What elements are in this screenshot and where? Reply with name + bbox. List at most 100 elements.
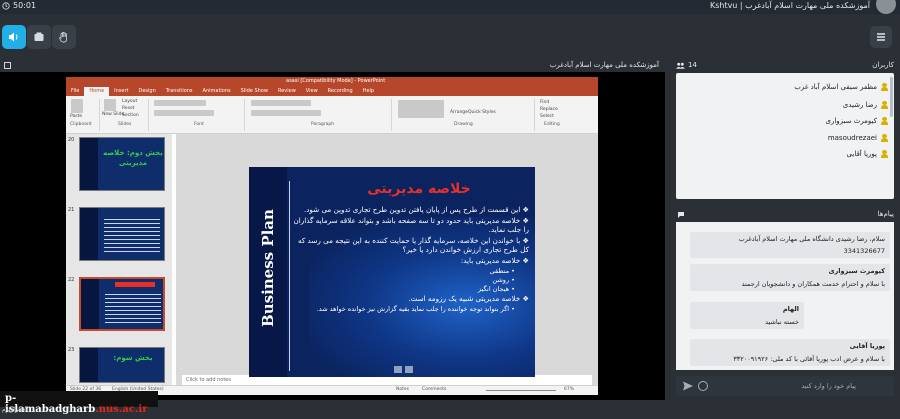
paste-icon[interactable] <box>71 99 83 113</box>
chat-panel: پیام‌ها سلام، رضا رشیدی دانشگاه ملی مهار… <box>672 208 900 400</box>
ppt-ribbon-tabs: File Home Insert Design Transitions Anim… <box>66 87 598 96</box>
replace-button[interactable]: Replace <box>540 107 558 112</box>
reset-button[interactable]: Reset <box>122 106 135 111</box>
slide-divider-line <box>289 181 290 371</box>
alignment-icons[interactable] <box>251 110 321 116</box>
thumb-number: 23 <box>68 347 75 353</box>
slide-nav-arrows[interactable] <box>394 366 413 373</box>
presentation-title: آموزشکده ملی مهارت اسلام آبادغرب <box>549 61 659 69</box>
slide-thumbnails-pane: 20 بخش دوم: خلاصه مدیریتی 21 22 23 بخش س… <box>66 134 172 385</box>
user-icon <box>881 83 888 91</box>
raise-hand-button[interactable] <box>52 25 76 49</box>
users-title: کاربران <box>872 61 894 69</box>
tab-home[interactable]: Home <box>84 87 110 96</box>
arrange-button[interactable]: Arrange <box>450 110 468 115</box>
group-paragraph: Paragraph <box>311 122 335 127</box>
ppt-file-title: asasi [Compatibility Mode] - PowerPoint <box>286 78 386 84</box>
hamburger-icon <box>877 33 885 41</box>
chat-message: کیومرث سبزواری با سلام و احترام خدمت همک… <box>690 264 890 291</box>
users-scrollbar[interactable] <box>890 77 893 117</box>
presentation-icon <box>4 62 11 69</box>
user-icon <box>881 101 888 109</box>
group-slides: Slides <box>118 122 132 127</box>
quick-styles-button[interactable]: Quick Styles <box>468 110 496 115</box>
section-button[interactable]: Section <box>122 113 139 118</box>
menu-button[interactable] <box>870 26 892 48</box>
new-slide-icon[interactable] <box>104 99 116 111</box>
chat-sender: پوریا آقایی <box>849 342 885 350</box>
slide-thumbnail[interactable]: بخش سوم: <box>79 347 165 383</box>
list-item[interactable]: masoudrezaei <box>828 134 888 142</box>
font-name-box[interactable] <box>154 100 206 106</box>
shapes-gallery[interactable] <box>398 100 444 118</box>
bullet-item: ❖ خلاصه مدیریتی باید: <box>460 256 529 265</box>
font-format-icons[interactable] <box>154 110 214 116</box>
session-timer: 50:01 <box>2 1 36 10</box>
thumb-text-lines <box>105 291 161 325</box>
meeting-toolbar <box>0 14 900 60</box>
share-icon <box>34 32 44 41</box>
audio-button[interactable] <box>2 25 26 49</box>
ribbon-divider <box>534 99 535 131</box>
group-drawing: Drawing <box>454 122 473 127</box>
list-item[interactable]: رضا رشیدی <box>843 101 888 109</box>
site-watermark: p-islamabadgharb.nus.ac.ir <box>0 391 158 415</box>
paragraph-icons[interactable] <box>251 100 311 106</box>
slide-thumbnail-selected[interactable] <box>79 277 165 331</box>
tab-slide-show[interactable]: Slide Show <box>236 87 273 96</box>
sub-bullet-item: • منطقی <box>489 267 515 275</box>
tab-review[interactable]: Review <box>273 87 301 96</box>
avatar[interactable] <box>876 0 896 14</box>
share-screen-button[interactable] <box>27 25 51 49</box>
thumb-band <box>80 208 98 260</box>
chat-input[interactable]: پیام خود را وارد کنید <box>676 376 894 396</box>
ppt-ribbon: Paste Clipboard New Slide Layout Reset S… <box>66 96 598 134</box>
chat-sender: الهام <box>782 305 799 313</box>
chat-title: پیام‌ها <box>877 210 894 218</box>
chat-message: سلام، رضا رشیدی دانشگاه ملی مهارت اسلام … <box>690 232 890 258</box>
chat-message: الهام خسته نباشید <box>690 302 804 329</box>
tab-insert[interactable]: Insert <box>109 87 133 96</box>
notes-toggle[interactable]: Notes <box>396 387 409 392</box>
list-item[interactable]: مظفر سیفی اسلام آباد غرب <box>794 83 888 91</box>
slide-vertical-title: Business Plan <box>259 209 277 327</box>
top-bar: 50:01 Kshtvu | آموزشکده ملی مهارت اسلام … <box>0 0 900 14</box>
tab-animations[interactable]: Animations <box>198 87 236 96</box>
prev-slide-icon[interactable] <box>394 366 402 373</box>
send-icon[interactable] <box>682 380 694 392</box>
tab-file[interactable]: File <box>66 87 84 96</box>
bullet-item: ❖ خلاصه مدیریتی باید حدود دو تا سه صفحه … <box>293 216 530 234</box>
slide-thumbnail[interactable]: بخش دوم: خلاصه مدیریتی <box>79 137 165 191</box>
slide-thumbnail[interactable] <box>79 207 165 261</box>
thumb-title: بخش دوم: خلاصه مدیریتی <box>103 149 163 167</box>
emoji-icon[interactable] <box>698 381 708 391</box>
chat-header: پیام‌ها <box>672 208 900 221</box>
chat-icon <box>677 211 685 221</box>
next-slide-icon[interactable] <box>405 366 413 373</box>
tab-design[interactable]: Design <box>133 87 160 96</box>
timer-text: 50:01 <box>13 1 37 10</box>
select-button[interactable]: Select <box>540 114 554 119</box>
chat-sender: کیومرث سبزواری <box>828 267 885 275</box>
comments-toggle[interactable]: Comments <box>422 387 446 392</box>
layout-button[interactable]: Layout <box>122 99 137 104</box>
tab-help[interactable]: Help <box>358 87 379 96</box>
list-item[interactable]: کیومرث سبزواری <box>825 117 888 125</box>
tab-view[interactable]: View <box>301 87 323 96</box>
list-item[interactable]: پوریا آقایی <box>847 150 888 158</box>
paste-label: Paste <box>70 114 83 119</box>
find-button[interactable]: Find <box>540 100 549 105</box>
bullet-item: ❖ با خواندن این خلاصه، سرمایه گذار یا حم… <box>297 236 529 254</box>
ppt-titlebar: asasi [Compatibility Mode] - PowerPoint <box>66 77 598 87</box>
chat-messages: سلام، رضا رشیدی دانشگاه ملی مهارت اسلام … <box>676 222 894 370</box>
thumb-text-lines <box>104 216 160 254</box>
presentation-panel: آموزشکده ملی مهارت اسلام آبادغرب asasi [… <box>0 60 665 400</box>
presentation-header: آموزشکده ملی مهارت اسلام آبادغرب <box>0 60 665 72</box>
thumb-band <box>81 279 99 329</box>
user-icon <box>881 117 888 125</box>
bullet-item: ❖ خلاصه مدیریتی شبیه یک رزومه است. <box>408 294 529 303</box>
tab-transitions[interactable]: Transitions <box>161 87 198 96</box>
clock-icon <box>2 1 10 10</box>
zoom-slider[interactable] <box>486 390 556 391</box>
tab-recording[interactable]: Recording <box>323 87 358 96</box>
